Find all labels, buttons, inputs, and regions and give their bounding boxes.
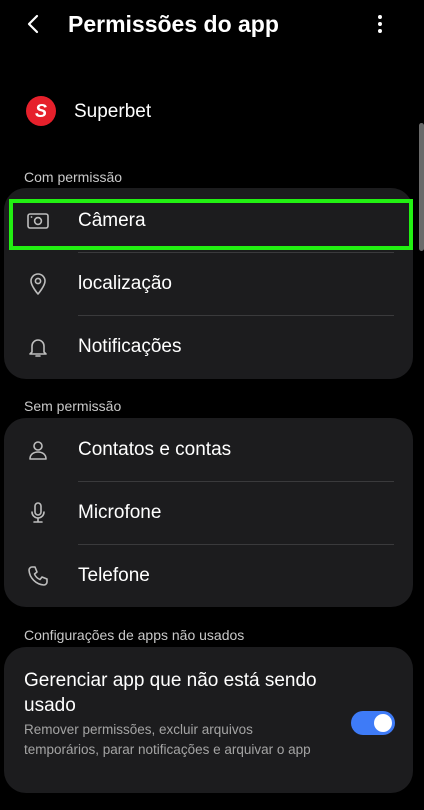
more-options-button[interactable]	[366, 10, 394, 38]
logo-letter: S	[34, 100, 47, 121]
permission-row-phone[interactable]: Telefone	[4, 544, 413, 607]
permission-label: localização	[78, 273, 172, 294]
camera-icon	[24, 207, 52, 235]
permission-row-location[interactable]: localização	[4, 252, 413, 315]
app-name: Superbet	[74, 101, 152, 122]
app-bar: Permissões do app	[0, 0, 424, 48]
denied-permissions-card: Contatos e contas Microfone Telefone	[4, 418, 413, 607]
section-label-denied: Sem permissão	[24, 398, 122, 414]
permission-label: Telefone	[78, 565, 150, 586]
app-info-row: S Superbet	[0, 90, 424, 134]
section-label-unused: Configurações de apps não usados	[24, 627, 245, 643]
permission-label: Contatos e contas	[78, 439, 232, 460]
permission-label: Microfone	[78, 502, 162, 523]
permission-row-notifications[interactable]: Notificações	[4, 315, 413, 378]
more-vertical-icon	[378, 15, 382, 33]
granted-permissions-card: Câmera localização Notificações	[4, 188, 413, 379]
section-label-granted: Com permissão	[24, 169, 123, 185]
scrollbar[interactable]	[419, 123, 424, 251]
unused-app-title: Gerenciar app que não está sendo usado	[24, 670, 317, 716]
permission-row-camera[interactable]: Câmera	[4, 189, 413, 252]
permission-label: Câmera	[78, 210, 146, 231]
unused-app-description: Remover permissões, excluir arquivos tem…	[24, 722, 311, 757]
page-title: Permissões do app	[68, 11, 279, 37]
permission-row-contacts[interactable]: Contatos e contas	[4, 418, 413, 481]
bell-icon	[24, 333, 52, 361]
microphone-icon	[24, 499, 52, 527]
toggle-knob	[374, 714, 392, 732]
phone-icon	[24, 562, 52, 590]
person-icon	[24, 436, 52, 464]
permission-label: Notificações	[78, 336, 182, 357]
location-pin-icon	[24, 270, 52, 298]
unused-app-toggle[interactable]	[351, 711, 395, 735]
superbet-logo: S	[26, 96, 56, 126]
permission-row-microphone[interactable]: Microfone	[4, 481, 413, 544]
back-button[interactable]	[16, 6, 52, 42]
chevron-left-icon	[27, 14, 39, 34]
unused-app-card[interactable]: Gerenciar app que não está sendo usado R…	[4, 647, 413, 793]
